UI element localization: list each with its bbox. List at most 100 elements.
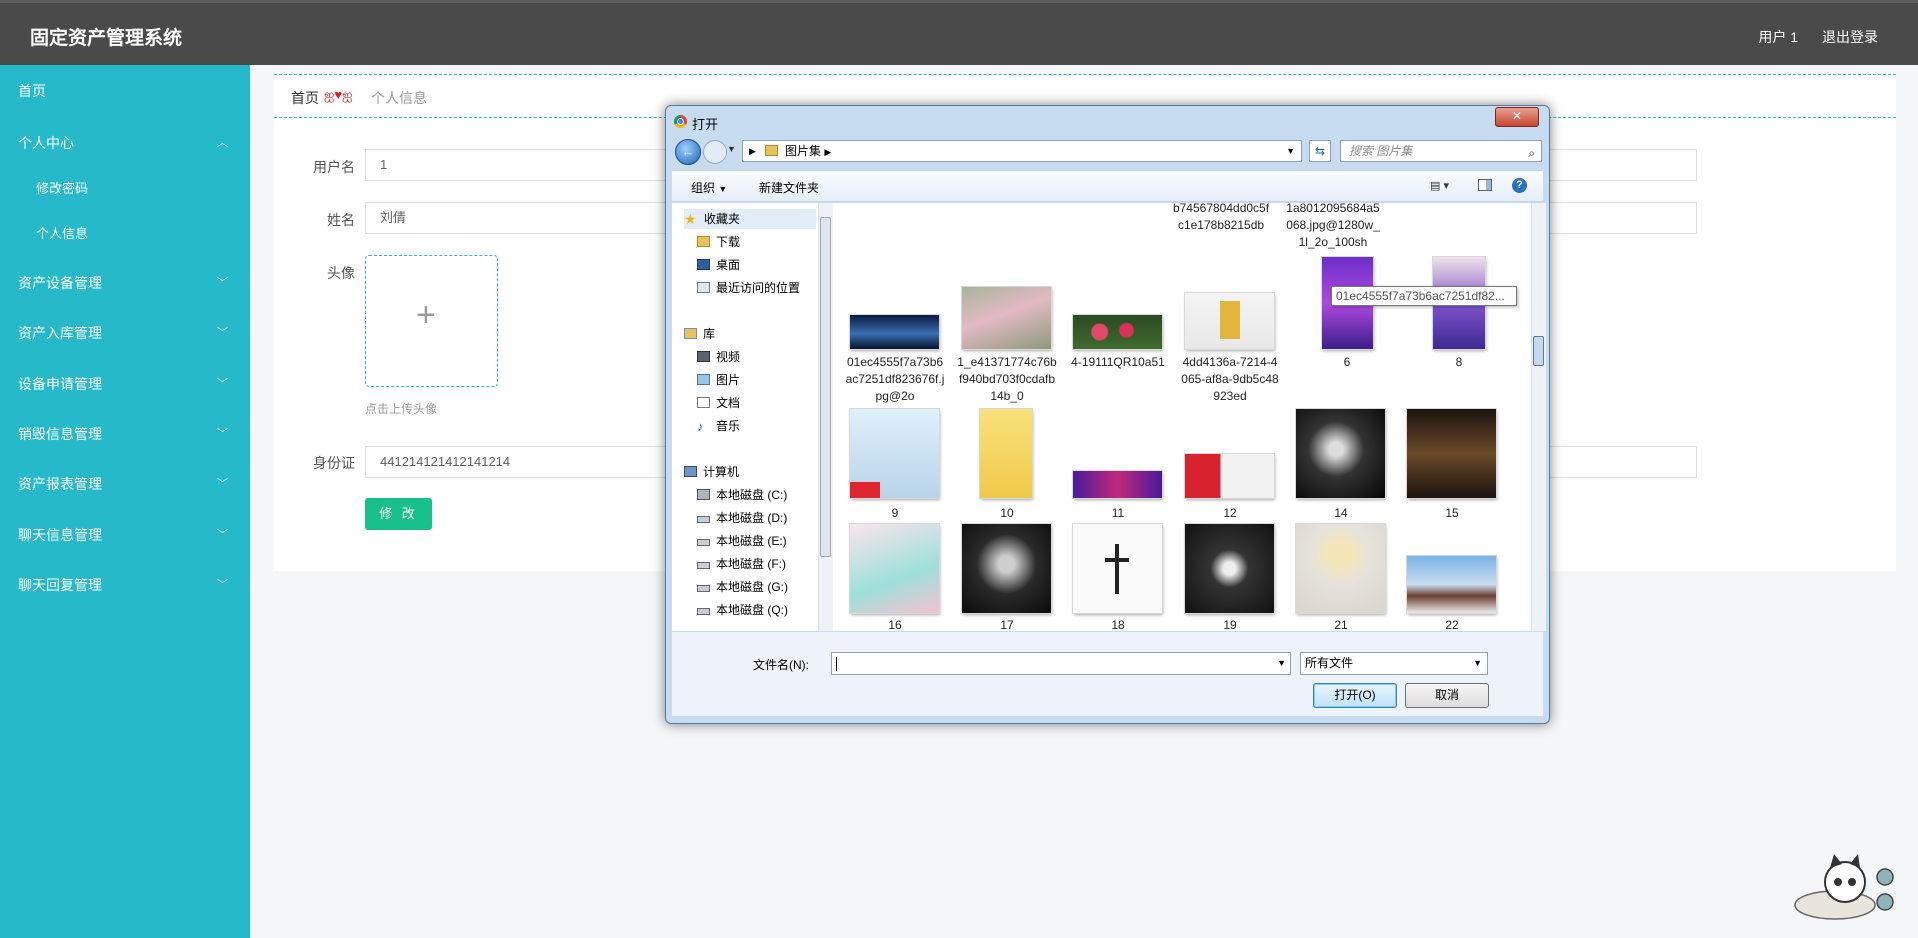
help-icon[interactable]: ?	[1512, 178, 1527, 193]
file-thumbnail[interactable]	[1296, 524, 1385, 613]
file-caption[interactable]: 17	[957, 617, 1057, 631]
nav-disk-f[interactable]: 本地磁盘 (F:)	[697, 554, 786, 574]
filename-input[interactable]: ▼	[831, 652, 1291, 675]
file-thumbnail[interactable]	[850, 409, 939, 498]
logout-link[interactable]: 退出登录	[1822, 29, 1878, 45]
nav-library[interactable]: 库	[684, 324, 715, 344]
nav-music[interactable]: ♪ 音乐	[697, 416, 740, 436]
nav-computer[interactable]: 计算机	[684, 462, 739, 482]
nav-disk-q[interactable]: 本地磁盘 (Q:)	[697, 600, 788, 620]
file-thumbnail[interactable]	[980, 409, 1032, 498]
cancel-button[interactable]: 取消	[1405, 683, 1489, 708]
file-caption[interactable]: 19	[1180, 617, 1280, 631]
nav-desktop[interactable]: 桌面	[697, 255, 740, 275]
file-thumbnail[interactable]	[1073, 471, 1162, 498]
sidebar-item-personal-info[interactable]: 个人信息	[0, 212, 250, 256]
user-name[interactable]: 用户 1	[1758, 29, 1798, 45]
nav-disk-g[interactable]: 本地磁盘 (G:)	[697, 577, 788, 597]
close-button[interactable]: ✕	[1495, 107, 1539, 127]
filetype-select[interactable]: 所有文件 ▼	[1300, 652, 1488, 675]
file-caption[interactable]: 21	[1291, 617, 1391, 631]
breadcrumb-home[interactable]: 首页	[291, 88, 319, 108]
file-thumbnail[interactable]	[1185, 293, 1274, 349]
file-caption[interactable]: 14	[1291, 505, 1391, 522]
address-bar[interactable]: ▶ 图片集 ▶ ▼	[742, 140, 1302, 162]
sidebar-item-device-requests[interactable]: 设备申请管理 ﹀	[0, 362, 250, 406]
open-button[interactable]: 打开(O)	[1313, 683, 1397, 708]
nav-documents[interactable]: 文档	[697, 393, 740, 413]
sidebar-item-destruction[interactable]: 销毁信息管理 ﹀	[0, 412, 250, 456]
file-caption[interactable]: 10	[957, 505, 1057, 522]
nav-disk-d[interactable]: 本地磁盘 (D:)	[697, 508, 787, 528]
file-caption[interactable]: 1a8012095684a5068.jpg@1280w_1l_2o_100sh	[1283, 203, 1383, 251]
organize-button[interactable]: 组织 ▼	[691, 179, 727, 196]
nav-label: 本地磁盘 (Q:)	[716, 603, 788, 617]
nav-recent[interactable]: 最近访问的位置	[697, 278, 800, 298]
nav-pictures[interactable]: 图片	[697, 370, 740, 390]
sidebar-item-change-password[interactable]: 修改密码	[0, 167, 250, 211]
sidebar-item-chat-replies[interactable]: 聊天回复管理 ﹀	[0, 563, 250, 607]
history-dropdown-icon[interactable]: ▼	[727, 144, 736, 154]
address-path[interactable]: 图片集 ▶	[785, 141, 831, 162]
refresh-button[interactable]: ⇆	[1309, 140, 1331, 162]
sidebar-item-personal-center[interactable]: 个人中心 ︿	[0, 121, 250, 165]
file-thumbnail[interactable]	[1185, 524, 1274, 613]
file-caption[interactable]: 12	[1180, 505, 1280, 522]
file-caption[interactable]: 4dd4136a-7214-4065-af8a-9db5c48923ed	[1180, 354, 1280, 405]
modify-button[interactable]: 修 改	[365, 498, 432, 530]
nav-scrollbar[interactable]	[818, 203, 833, 631]
file-caption[interactable]: 15	[1402, 505, 1502, 522]
username-label: 用户名	[313, 159, 355, 175]
file-caption[interactable]: 18	[1068, 617, 1168, 631]
search-input[interactable]: 搜索 图片集 ⌕	[1340, 140, 1542, 162]
new-folder-button[interactable]: 新建文件夹	[759, 179, 819, 196]
forward-button[interactable]	[703, 140, 727, 164]
sidebar-item-asset-inbound[interactable]: 资产入库管理 ﹀	[0, 311, 250, 355]
file-thumbnail[interactable]	[1073, 315, 1162, 349]
file-caption[interactable]: 22	[1402, 617, 1502, 631]
sidebar-item-chat-info[interactable]: 聊天信息管理 ﹀	[0, 513, 250, 557]
cat-mascot-icon	[1794, 854, 1894, 920]
scroll-thumb[interactable]	[820, 217, 831, 557]
file-caption[interactable]: b74567804dd0c5fc1e178b8215db	[1171, 203, 1271, 234]
file-thumbnail[interactable]	[1407, 556, 1496, 613]
file-thumbnail[interactable]	[1296, 409, 1385, 498]
nav-downloads[interactable]: 下载	[697, 232, 740, 252]
file-thumbnail[interactable]	[1407, 409, 1496, 498]
search-icon[interactable]: ⌕	[1528, 143, 1535, 163]
disk-icon	[697, 516, 710, 523]
file-caption[interactable]: 1_e41371774c76bf940bd703f0cdafb14b_0	[957, 354, 1057, 405]
file-caption[interactable]: 4-19111QR10a51	[1068, 354, 1168, 371]
chevron-down-icon[interactable]: ▼	[1277, 653, 1286, 674]
file-thumbnail[interactable]	[850, 315, 939, 349]
sidebar-item-home[interactable]: 首页	[0, 69, 250, 113]
nav-favorites[interactable]: ★ 收藏夹	[684, 209, 816, 229]
file-caption[interactable]: 11	[1068, 505, 1168, 522]
file-thumbnail[interactable]	[1073, 524, 1162, 613]
nav-disk-e[interactable]: 本地磁盘 (E:)	[697, 531, 787, 551]
sidebar-item-label: 资产设备管理	[18, 275, 102, 291]
file-thumbnail[interactable]	[1185, 454, 1274, 498]
file-thumbnail[interactable]	[850, 524, 939, 613]
back-button[interactable]: ←	[675, 139, 701, 165]
file-caption[interactable]: 6	[1297, 354, 1397, 371]
avatar-upload[interactable]: +	[365, 255, 498, 387]
preview-pane-icon[interactable]	[1478, 179, 1492, 191]
sidebar-item-asset-devices[interactable]: 资产设备管理 ﹀	[0, 261, 250, 305]
file-thumbnail[interactable]	[962, 287, 1051, 349]
sidebar-item-asset-reports[interactable]: 资产报表管理 ﹀	[0, 462, 250, 506]
sidebar-item-label: 聊天回复管理	[18, 577, 102, 593]
nav-disk-c[interactable]: 本地磁盘 (C:)	[697, 485, 787, 505]
file-caption[interactable]: 16	[845, 617, 945, 631]
pictures-icon	[697, 374, 710, 385]
nav-videos[interactable]: 视频	[697, 347, 740, 367]
view-options-icon[interactable]: ▤ ▾	[1430, 179, 1449, 192]
scroll-thumb[interactable]	[1533, 336, 1544, 366]
file-list-scrollbar[interactable]	[1531, 203, 1546, 631]
file-caption[interactable]: 8	[1409, 354, 1509, 371]
file-thumbnail[interactable]	[962, 524, 1051, 613]
file-caption[interactable]: 9	[845, 505, 945, 522]
chevron-down-icon[interactable]: ▼	[1286, 141, 1295, 161]
file-caption[interactable]: 01ec4555f7a73b6ac7251df823676f.jpg@2o	[845, 354, 945, 405]
plus-icon: +	[416, 296, 436, 334]
